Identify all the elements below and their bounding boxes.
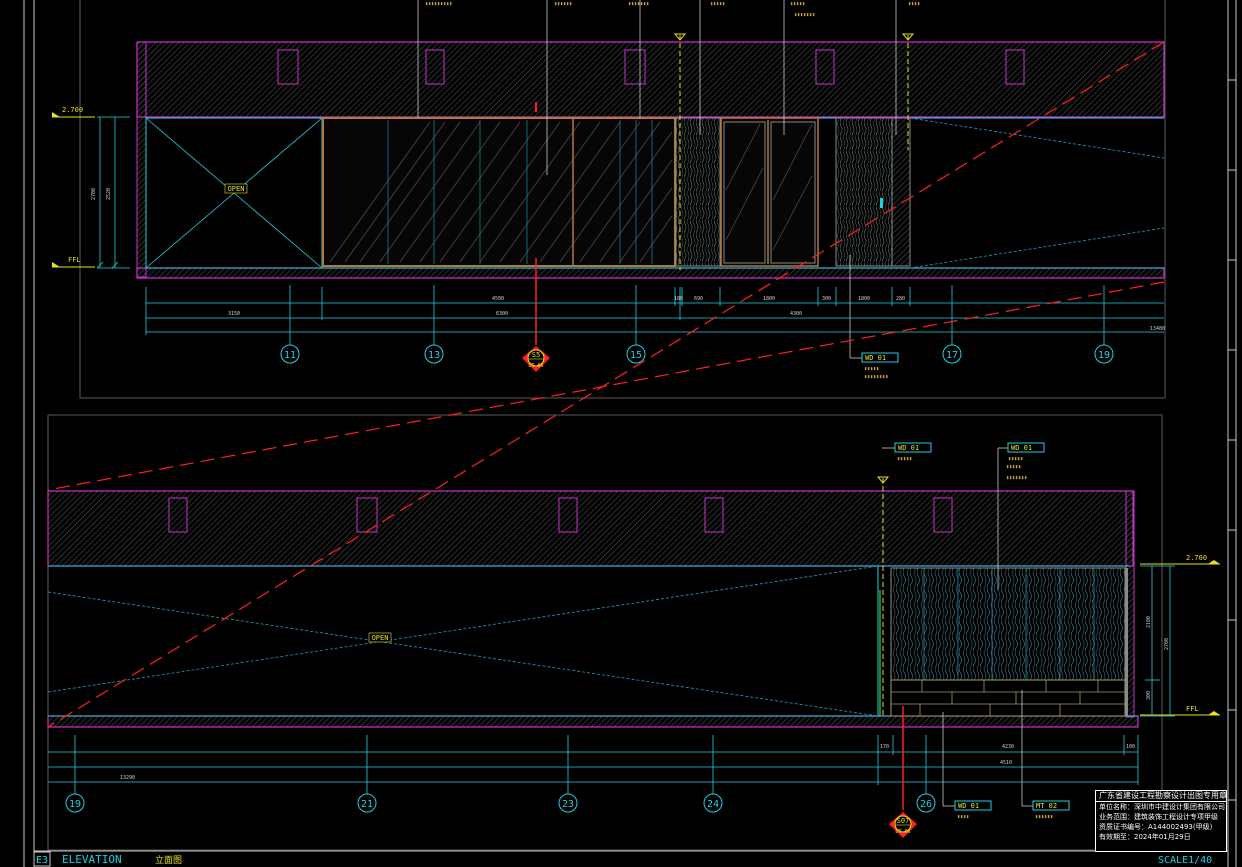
section-ref: DT-06 xyxy=(895,829,910,835)
lower-level-floor: FFL xyxy=(1186,705,1199,713)
upper-dim: 3150 xyxy=(228,311,240,317)
grid-mark-label: 13 xyxy=(428,350,440,361)
svg-text:▮▮▮▮▮▮▮▮: ▮▮▮▮▮▮▮▮ xyxy=(864,374,888,380)
lower-wood-panel-wall xyxy=(890,567,1126,681)
grid-mark-label: 19 xyxy=(1098,350,1110,361)
lower-height-dim: 2100 xyxy=(1146,616,1152,628)
upper-glass-wall xyxy=(322,117,676,267)
lower-dim: 100 xyxy=(1126,744,1135,750)
grid-mark-label: 23 xyxy=(562,799,574,810)
upper-dim: 1800 xyxy=(763,296,775,302)
lower-elevation: WD 01 WD 01 ▮▮▮▮▮ ▮▮▮▮▮ ▮▮▮▮▮ ▮▮▮▮▮▮▮ 2.… xyxy=(47,442,1220,838)
svg-text:▮▮▮▮: ▮▮▮▮ xyxy=(957,814,969,820)
section-ref: DT-06 xyxy=(528,363,543,369)
upper-dim: 690 xyxy=(694,296,703,302)
upper-dim: 280 xyxy=(896,296,905,302)
upper-wood-column xyxy=(835,117,893,267)
lower-height-dim: 2700 xyxy=(1164,638,1170,650)
grid-mark-label: 21 xyxy=(361,799,373,810)
upper-dim: 4300 xyxy=(790,311,802,317)
upper-overall-dim: 13480 xyxy=(1150,326,1165,332)
svg-text:▮▮▮▮▮: ▮▮▮▮▮ xyxy=(864,366,879,372)
upper-dim: 4500 xyxy=(492,296,504,302)
sheet-code: E3 xyxy=(36,855,48,866)
stamp-line: 业务范围：建筑装饰工程设计专项甲级 xyxy=(1099,813,1218,821)
lower-level-top: 2.700 xyxy=(1186,554,1207,562)
upper-level-top: 2.700 xyxy=(62,106,83,114)
stamp-line: 单位名称：深圳市中建设计集团有限公司 xyxy=(1099,803,1225,811)
material-tag-label: WD 01 xyxy=(958,802,979,810)
upper-height-dim: 2700 xyxy=(91,188,97,200)
upper-dim: 180 xyxy=(674,296,683,302)
upper-level-floor: FFL xyxy=(68,256,81,264)
upper-left-wall xyxy=(136,41,147,278)
lower-base-plinth xyxy=(890,679,1126,717)
upper-dim: 1800 xyxy=(858,296,870,302)
stamp-header: 广东省建设工程勘察设计出图专用章 xyxy=(1096,791,1226,802)
frame-ticks xyxy=(1228,79,1236,801)
open-label: OPEN xyxy=(228,185,245,193)
svg-text:▮▮▮▮▮▮: ▮▮▮▮▮▮ xyxy=(1035,814,1053,820)
svg-text:▮▮▮▮▮: ▮▮▮▮▮ xyxy=(1006,464,1021,470)
lower-dim: 13290 xyxy=(120,775,135,781)
svg-text:▮▮▮▮▮▮: ▮▮▮▮▮▮ xyxy=(554,1,572,7)
lower-height-dim: 300 xyxy=(1146,691,1152,700)
lower-section-marker: S07 DT-06 xyxy=(889,812,917,838)
sheet-title-cn: 立面图 xyxy=(155,854,182,866)
sheet-title: ELEVATION xyxy=(62,853,122,866)
lower-ceiling-slab xyxy=(47,490,1134,567)
upper-dim: 300 xyxy=(822,296,831,302)
upper-height-dim: 2520 xyxy=(106,188,112,200)
upper-dim: 6300 xyxy=(496,311,508,317)
material-tag-label: WD 01 xyxy=(1011,444,1032,452)
stamp-line: 资质证书编号：A144002493(甲级) xyxy=(1099,823,1213,831)
lower-dim: 4230 xyxy=(1002,744,1014,750)
cad-drawing-canvas: ▮▮▮▮▮▮▮▮▮ ▮▮▮▮▮▮ ▮▮▮▮▮▮▮ ▮▮▮▮▮ ▮▮▮▮▮ ▮▮▮… xyxy=(23,0,1237,867)
svg-text:▮▮▮▮▮: ▮▮▮▮▮ xyxy=(710,1,725,7)
grid-mark-label: 17 xyxy=(946,350,958,361)
svg-text:▮▮▮▮▮: ▮▮▮▮▮ xyxy=(897,456,912,462)
section-id: S5 xyxy=(532,351,540,359)
grid-mark-label: 26 xyxy=(920,799,932,810)
material-tag-label: WD 01 xyxy=(865,354,886,362)
upper-floor-slab xyxy=(136,267,1165,279)
material-tag-label: MT 02 xyxy=(1036,802,1057,810)
stamp-line: 有效期至：2024年01月29日 xyxy=(1099,833,1191,841)
upper-wood-column xyxy=(675,117,721,267)
grid-mark-label: 19 xyxy=(69,799,81,810)
design-approval-stamp: 广东省建设工程勘察设计出图专用章 单位名称：深圳市中建设计集团有限公司 业务范围… xyxy=(1095,790,1227,852)
grid-mark-label: 11 xyxy=(284,350,296,361)
svg-text:▮▮▮▮▮▮▮: ▮▮▮▮▮▮▮ xyxy=(1006,475,1027,481)
lower-dim: 4510 xyxy=(1000,760,1012,766)
lower-dim: 170 xyxy=(880,744,889,750)
svg-text:▮▮▮▮▮▮▮: ▮▮▮▮▮▮▮ xyxy=(794,12,815,18)
grid-mark-label: 24 xyxy=(707,799,719,810)
svg-text:▮▮▮▮▮: ▮▮▮▮▮ xyxy=(790,1,805,7)
section-id: S07 xyxy=(897,817,910,825)
lower-floor-slab xyxy=(47,715,1139,728)
upper-section-marker: S5 DT-06 xyxy=(522,346,550,372)
open-label: OPEN xyxy=(372,634,389,642)
upper-elevation: ▮▮▮▮▮▮▮▮▮ ▮▮▮▮▮▮ ▮▮▮▮▮▮▮ ▮▮▮▮▮ ▮▮▮▮▮ ▮▮▮… xyxy=(52,0,1165,380)
svg-text:▮▮▮▮: ▮▮▮▮ xyxy=(908,1,920,7)
material-tag-label: WD 01 xyxy=(898,444,919,452)
sheet-scale: SCALE1/40 xyxy=(1158,855,1212,866)
svg-text:▮▮▮▮▮▮▮▮▮: ▮▮▮▮▮▮▮▮▮ xyxy=(425,1,452,7)
grid-mark-label: 15 xyxy=(630,350,642,361)
svg-text:▮▮▮▮▮: ▮▮▮▮▮ xyxy=(1008,456,1023,462)
svg-text:▮▮▮▮▮▮▮: ▮▮▮▮▮▮▮ xyxy=(628,1,649,7)
